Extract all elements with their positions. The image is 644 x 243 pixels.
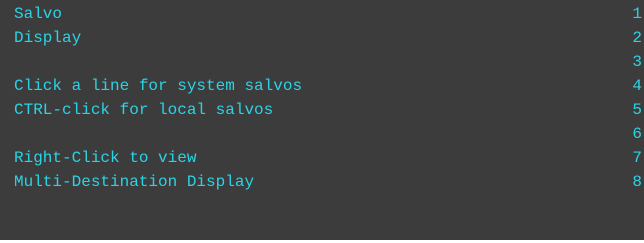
line-text: Click a line for system salvos bbox=[14, 77, 303, 95]
line-text: CTRL-click for local salvos bbox=[14, 101, 274, 119]
salvo-line-3[interactable]: 3 bbox=[0, 48, 644, 72]
salvo-line-4[interactable]: Click a line for system salvos 4 bbox=[0, 72, 644, 96]
line-number: 6 bbox=[632, 125, 642, 143]
salvo-line-2[interactable]: Display 2 bbox=[0, 24, 644, 48]
salvo-line-8[interactable]: Multi-Destination Display 8 bbox=[0, 168, 644, 192]
line-number: 5 bbox=[632, 101, 642, 119]
line-text: Right-Click to view bbox=[14, 149, 197, 167]
salvo-line-6[interactable]: 6 bbox=[0, 120, 644, 144]
salvo-line-7[interactable]: Right-Click to view 7 bbox=[0, 144, 644, 168]
line-number: 3 bbox=[632, 53, 642, 71]
line-number: 1 bbox=[632, 5, 642, 23]
line-text: Multi-Destination Display bbox=[14, 173, 255, 191]
salvo-line-5[interactable]: CTRL-click for local salvos 5 bbox=[0, 96, 644, 120]
line-number: 8 bbox=[632, 173, 642, 191]
line-number: 7 bbox=[632, 149, 642, 167]
line-number: 4 bbox=[632, 77, 642, 95]
line-text: Salvo bbox=[14, 5, 63, 23]
salvo-display-panel: Salvo 1 Display 2 3 Click a line for sys… bbox=[0, 0, 644, 240]
salvo-line-1[interactable]: Salvo 1 bbox=[0, 0, 644, 24]
line-text: Display bbox=[14, 29, 82, 47]
line-number: 2 bbox=[632, 29, 642, 47]
